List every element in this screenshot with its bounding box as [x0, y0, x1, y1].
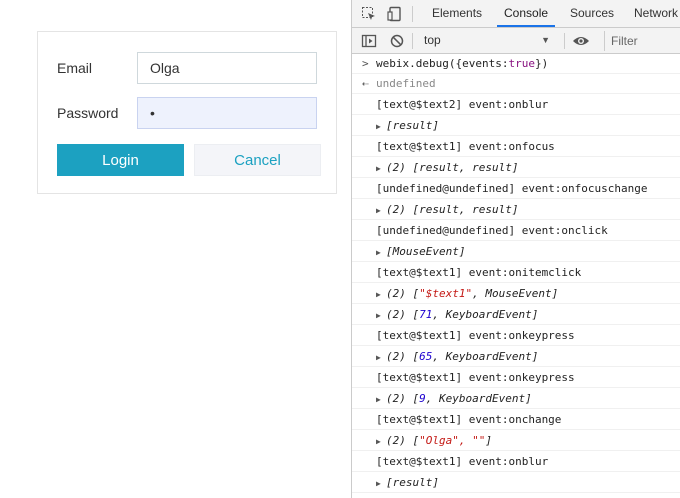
expand-triangle-icon[interactable]: ▶ [376, 431, 386, 450]
expand-triangle-icon[interactable]: ▶ [376, 158, 386, 177]
entry-str: "$text1" [419, 287, 473, 300]
console-object-line[interactable]: ▶ (2) ["$text1", MouseEvent] [352, 283, 680, 304]
console-input-line: > webix.debug({events:true}) [352, 54, 680, 74]
entry-text: [MouseEvent] [386, 245, 466, 258]
chevron-down-icon: ▼ [541, 35, 550, 45]
console-log-line: [text@$text1] event:onkeypress [352, 367, 680, 388]
entry-text: [text@$text1] event:onfocus [376, 140, 555, 153]
devtools-panel: Elements Console Sources Network top ▼ >… [351, 0, 680, 498]
devtools-tabbar: Elements Console Sources Network [352, 0, 680, 28]
entry-prefix: (2) [ [386, 434, 420, 447]
entry-text: [text@$text1] event:onkeypress [376, 371, 575, 384]
cancel-button[interactable]: Cancel [194, 144, 321, 176]
console-log-line: [undefined@undefined] event:onclick [352, 220, 680, 241]
context-value: top [424, 33, 441, 47]
entry-text: [undefined@undefined] event:onclick [376, 224, 608, 237]
console-log-line: [text@$text1] event:onblur [352, 451, 680, 472]
entry-prefix: (2) [ [386, 350, 420, 363]
entry-suffix: , KeyboardEvent] [432, 350, 539, 363]
entry-prefix: (2) [ [386, 287, 420, 300]
entry-text: (2) [result, result] [386, 203, 519, 216]
result-value: undefined [376, 77, 436, 90]
input-arg-value: true [508, 57, 535, 70]
expand-triangle-icon[interactable]: ▶ [376, 116, 386, 135]
console-object-line[interactable]: ▶ (2) [result, result] [352, 157, 680, 178]
entry-num: 65 [419, 350, 433, 363]
login-form: Email Password Login Cancel [37, 31, 337, 194]
expand-triangle-icon[interactable]: ▶ [376, 200, 386, 219]
console-object-line[interactable]: ▶ [result] [352, 472, 680, 493]
entry-suffix: , KeyboardEvent] [432, 308, 539, 321]
input-code: webix.debug( [376, 57, 456, 70]
entry-suffix: , MouseEvent] [472, 287, 559, 300]
entry-prefix: (2) [ [386, 392, 420, 405]
live-expression-icon[interactable] [572, 33, 589, 49]
expand-triangle-icon[interactable]: ▶ [376, 305, 386, 324]
toolbar-divider [412, 33, 413, 49]
tab-elements[interactable]: Elements [432, 0, 482, 27]
tab-network[interactable]: Network [634, 0, 678, 27]
expand-triangle-icon[interactable]: ▶ [376, 347, 386, 366]
tab-console[interactable]: Console [497, 0, 556, 27]
console-log-line: [text@$text1] event:onchange [352, 409, 680, 430]
password-label: Password [57, 105, 119, 121]
console-object-line[interactable]: ▶ [MouseEvent] [352, 241, 680, 262]
password-row: Password [57, 97, 319, 129]
toolbar-divider-2 [564, 33, 565, 49]
entry-text: [text@$text1] event:onkeypress [376, 329, 575, 342]
filter-input[interactable] [604, 31, 680, 51]
entry-text: [result] [386, 476, 439, 489]
return-icon: ⇠ [362, 77, 369, 90]
console-output: > webix.debug({events:true}) ⇠ undefined [… [352, 54, 680, 493]
console-entries: [text@$text2] event:onblur ▶ [result] [text… [352, 94, 680, 493]
entry-text: [result] [386, 119, 439, 132]
email-label: Email [57, 60, 93, 76]
login-button[interactable]: Login [57, 144, 184, 176]
console-log-line: [text@$text2] event:onblur [352, 94, 680, 115]
input-close: }) [534, 57, 549, 70]
entry-text: (2) [result, result] [386, 161, 519, 174]
expand-triangle-icon[interactable]: ▶ [376, 284, 386, 303]
email-field[interactable] [137, 52, 317, 84]
entry-prefix: (2) [ [386, 308, 420, 321]
console-log-line: [undefined@undefined] event:onfocuschang… [352, 178, 680, 199]
console-log-line: [text@$text1] event:onitemclick [352, 262, 680, 283]
context-select[interactable]: top ▼ [416, 31, 556, 50]
console-object-line[interactable]: ▶ (2) [71, KeyboardEvent] [352, 304, 680, 325]
device-toggle-icon[interactable] [387, 6, 403, 22]
entry-str: "Olga", "" [419, 434, 486, 447]
console-object-line[interactable]: ▶ (2) [9, KeyboardEvent] [352, 388, 680, 409]
entry-text: [text@$text1] event:onchange [376, 413, 562, 426]
entry-suffix: , KeyboardEvent] [425, 392, 532, 405]
entry-text: [text@$text2] event:onblur [376, 98, 549, 111]
tabbar-divider [412, 6, 413, 22]
console-toolbar: top ▼ [352, 28, 680, 54]
console-object-line[interactable]: ▶ (2) [65, KeyboardEvent] [352, 346, 680, 367]
console-object-line[interactable]: ▶ (2) ["Olga", ""] [352, 430, 680, 451]
expand-triangle-icon[interactable]: ▶ [376, 389, 386, 408]
expand-triangle-icon[interactable]: ▶ [376, 242, 386, 261]
entry-num: 9 [419, 392, 426, 405]
tab-sources[interactable]: Sources [570, 0, 614, 27]
sidebar-toggle-icon[interactable] [361, 33, 377, 49]
input-arg-key: {events: [455, 57, 509, 70]
console-log-line: [text@$text1] event:onkeypress [352, 325, 680, 346]
prompt-icon: > [362, 57, 369, 70]
entry-text: [undefined@undefined] event:onfocuschang… [376, 182, 648, 195]
password-field[interactable] [137, 97, 317, 129]
console-log-line: [text@$text1] event:onfocus [352, 136, 680, 157]
console-object-line[interactable]: ▶ (2) [result, result] [352, 199, 680, 220]
console-result-line: ⇠ undefined [352, 74, 680, 94]
clear-console-icon[interactable] [389, 33, 405, 49]
entry-text: [text@$text1] event:onblur [376, 455, 549, 468]
email-row: Email [57, 52, 319, 84]
entry-text: [text@$text1] event:onitemclick [376, 266, 582, 279]
entry-suffix: ] [485, 434, 492, 447]
console-object-line[interactable]: ▶ [result] [352, 115, 680, 136]
entry-num: 71 [419, 308, 433, 321]
expand-triangle-icon[interactable]: ▶ [376, 473, 386, 492]
inspect-icon[interactable] [361, 6, 377, 22]
